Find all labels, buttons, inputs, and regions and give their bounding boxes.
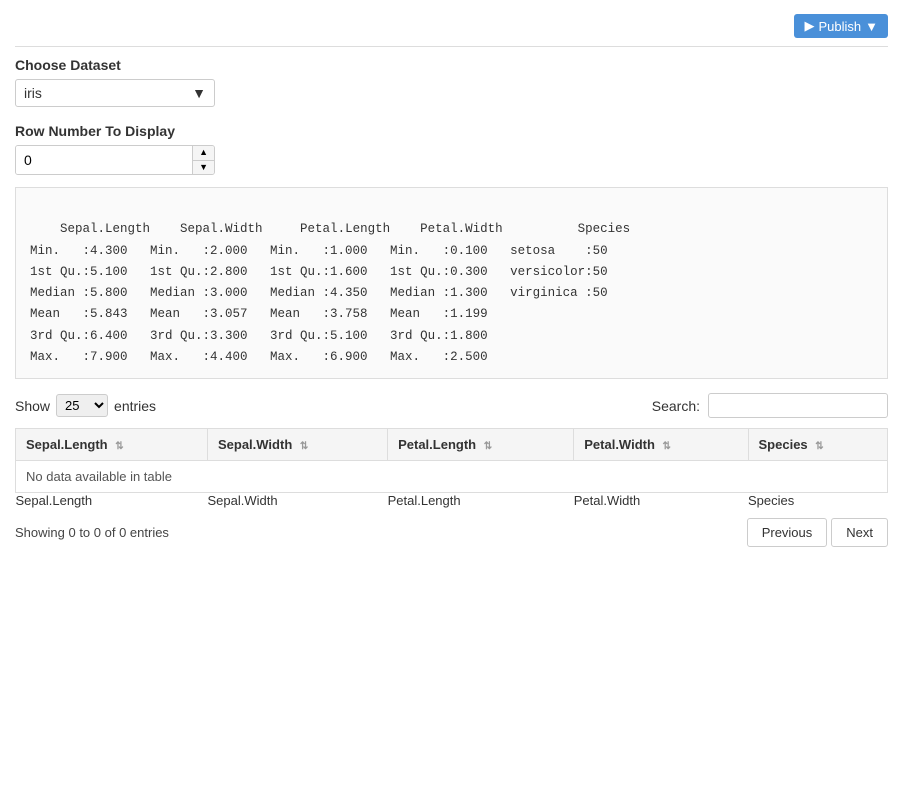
search-section: Search:	[652, 393, 888, 418]
row-number-label: Row Number To Display	[15, 123, 888, 139]
footer-sepal-width: Sepal.Width	[207, 493, 387, 509]
dataset-value: iris	[24, 85, 42, 101]
footer-petal-length: Petal.Length	[388, 493, 574, 509]
entries-per-page-select[interactable]: 10 25 50 100	[56, 394, 108, 417]
table-header: Sepal.Length ⇅ Sepal.Width ⇅ Petal.Lengt…	[16, 429, 888, 461]
show-label: Show	[15, 398, 50, 414]
top-bar: ▶ Publish ▼	[15, 10, 888, 47]
sort-icon-petal-width: ⇅	[663, 441, 671, 452]
row-number-input[interactable]	[16, 146, 192, 174]
dataset-section-label: Choose Dataset	[15, 57, 888, 73]
spinner-down-button[interactable]: ▼	[193, 161, 214, 175]
sort-icon-sepal-length: ⇅	[115, 441, 123, 452]
spinner-up-button[interactable]: ▲	[193, 146, 214, 161]
footer-sepal-length: Sepal.Length	[16, 493, 208, 509]
next-button[interactable]: Next	[831, 518, 888, 547]
row-number-section: Row Number To Display ▲ ▼	[15, 123, 888, 175]
summary-text: Sepal.Length Sepal.Width Petal.Length Pe…	[30, 222, 630, 364]
sort-icon-sepal-width: ⇅	[300, 441, 308, 452]
col-species[interactable]: Species ⇅	[748, 429, 887, 461]
col-petal-length-label: Petal.Length	[398, 437, 476, 452]
table-footer-row: Sepal.Length Sepal.Width Petal.Length Pe…	[16, 493, 888, 509]
chevron-down-icon: ▼	[865, 19, 878, 34]
chevron-down-icon: ▼	[192, 85, 206, 101]
previous-button[interactable]: Previous	[747, 518, 828, 547]
col-sepal-width[interactable]: Sepal.Width ⇅	[207, 429, 387, 461]
summary-box: Sepal.Length Sepal.Width Petal.Length Pe…	[15, 187, 888, 379]
col-species-label: Species	[759, 437, 808, 452]
pagination-section: Showing 0 to 0 of 0 entries Previous Nex…	[15, 518, 888, 547]
sort-icon-petal-length: ⇅	[484, 441, 492, 452]
col-sepal-length[interactable]: Sepal.Length ⇅	[16, 429, 208, 461]
no-data-row: No data available in table	[16, 461, 888, 493]
footer-species: Species	[748, 493, 887, 509]
footer-petal-width: Petal.Width	[574, 493, 748, 509]
table-footer: Sepal.Length Sepal.Width Petal.Length Pe…	[16, 493, 888, 509]
search-label: Search:	[652, 398, 700, 414]
no-data-message: No data available in table	[16, 461, 888, 493]
col-sepal-width-label: Sepal.Width	[218, 437, 292, 452]
col-sepal-length-label: Sepal.Length	[26, 437, 108, 452]
row-number-input-wrapper: ▲ ▼	[15, 145, 215, 175]
col-petal-width-label: Petal.Width	[584, 437, 655, 452]
table-header-row: Sepal.Length ⇅ Sepal.Width ⇅ Petal.Lengt…	[16, 429, 888, 461]
show-entries: Show 10 25 50 100 entries	[15, 394, 156, 417]
table-controls: Show 10 25 50 100 entries Search:	[15, 393, 888, 418]
search-input[interactable]	[708, 393, 888, 418]
entries-label: entries	[114, 398, 156, 414]
publish-icon: ▶	[804, 18, 814, 34]
sort-icon-species: ⇅	[815, 441, 823, 452]
showing-text: Showing 0 to 0 of 0 entries	[15, 525, 169, 540]
pagination-buttons: Previous Next	[747, 518, 888, 547]
spinner-buttons: ▲ ▼	[192, 146, 214, 174]
dataset-select[interactable]: iris ▼	[15, 79, 215, 107]
publish-button[interactable]: ▶ Publish ▼	[794, 14, 888, 38]
table-body: No data available in table	[16, 461, 888, 493]
publish-label: Publish	[818, 19, 861, 34]
col-petal-length[interactable]: Petal.Length ⇅	[388, 429, 574, 461]
col-petal-width[interactable]: Petal.Width ⇅	[574, 429, 748, 461]
data-table: Sepal.Length ⇅ Sepal.Width ⇅ Petal.Lengt…	[15, 428, 888, 508]
